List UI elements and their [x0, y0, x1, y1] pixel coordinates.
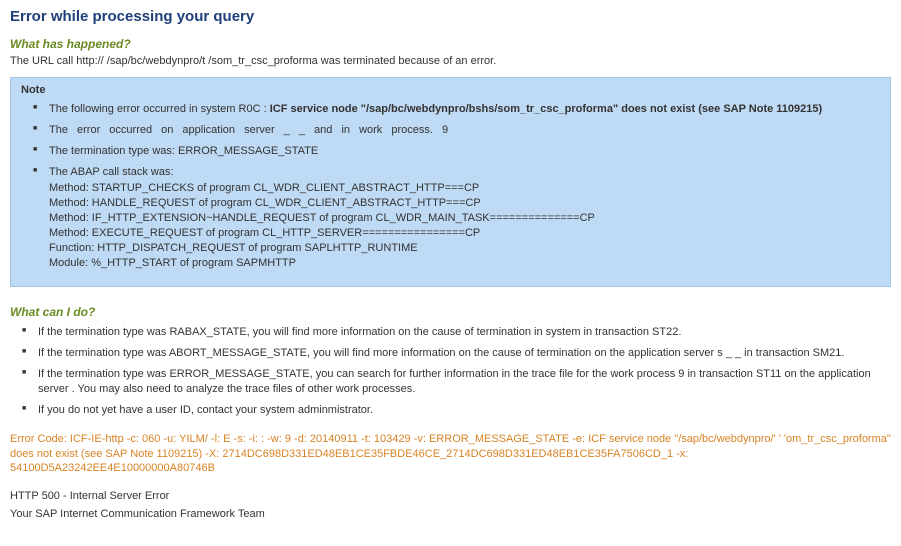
note-item: The following error occurred in system R…: [49, 102, 880, 117]
stack-lines: Method: STARTUP_CHECKS of program CL_WDR…: [49, 181, 880, 270]
note-item: The termination type was: ERROR_MESSAGE_…: [49, 144, 880, 159]
footer-team: Your SAP Internet Communication Framewor…: [10, 508, 891, 520]
error-code: Error Code: ICF-IE-http -c: 060 -u: YILM…: [10, 432, 891, 477]
todo-item: If the termination type was RABAX_STATE,…: [38, 325, 891, 340]
note-label: Note: [21, 84, 880, 96]
section-what-can-i-do: What can I do?: [10, 305, 891, 319]
note-item-bold: ICF service node "/sap/bc/webdynpro/bshs…: [270, 103, 822, 115]
section-what-happened: What has happened?: [10, 37, 891, 51]
intro-text: The URL call http:// /sap/bc/webdynpro/t…: [10, 55, 891, 67]
stack-head: The ABAP call stack was:: [49, 166, 174, 178]
http-status: HTTP 500 - Internal Server Error: [10, 490, 891, 502]
note-item: The error occurred on application server…: [49, 123, 880, 138]
todo-item: If you do not yet have a user ID, contac…: [38, 403, 891, 418]
page-title: Error while processing your query: [10, 8, 891, 25]
todo-item: If the termination type was ABORT_MESSAG…: [38, 346, 891, 361]
note-item: The ABAP call stack was: Method: STARTUP…: [49, 165, 880, 271]
stack-line: Method: HANDLE_REQUEST of program CL_WDR…: [49, 196, 880, 211]
todo-list: If the termination type was RABAX_STATE,…: [10, 325, 891, 417]
stack-line: Method: IF_HTTP_EXTENSION~HANDLE_REQUEST…: [49, 211, 880, 226]
stack-line: Module: %_HTTP_START of program SAPMHTTP: [49, 256, 880, 271]
stack-line: Method: EXECUTE_REQUEST of program CL_HT…: [49, 226, 880, 241]
stack-line: Method: STARTUP_CHECKS of program CL_WDR…: [49, 181, 880, 196]
todo-item: If the termination type was ERROR_MESSAG…: [38, 367, 891, 397]
note-item-prefix: The following error occurred in system R…: [49, 103, 270, 115]
note-list: The following error occurred in system R…: [21, 102, 880, 270]
stack-line: Function: HTTP_DISPATCH_REQUEST of progr…: [49, 241, 880, 256]
note-box: Note The following error occurred in sys…: [10, 77, 891, 287]
